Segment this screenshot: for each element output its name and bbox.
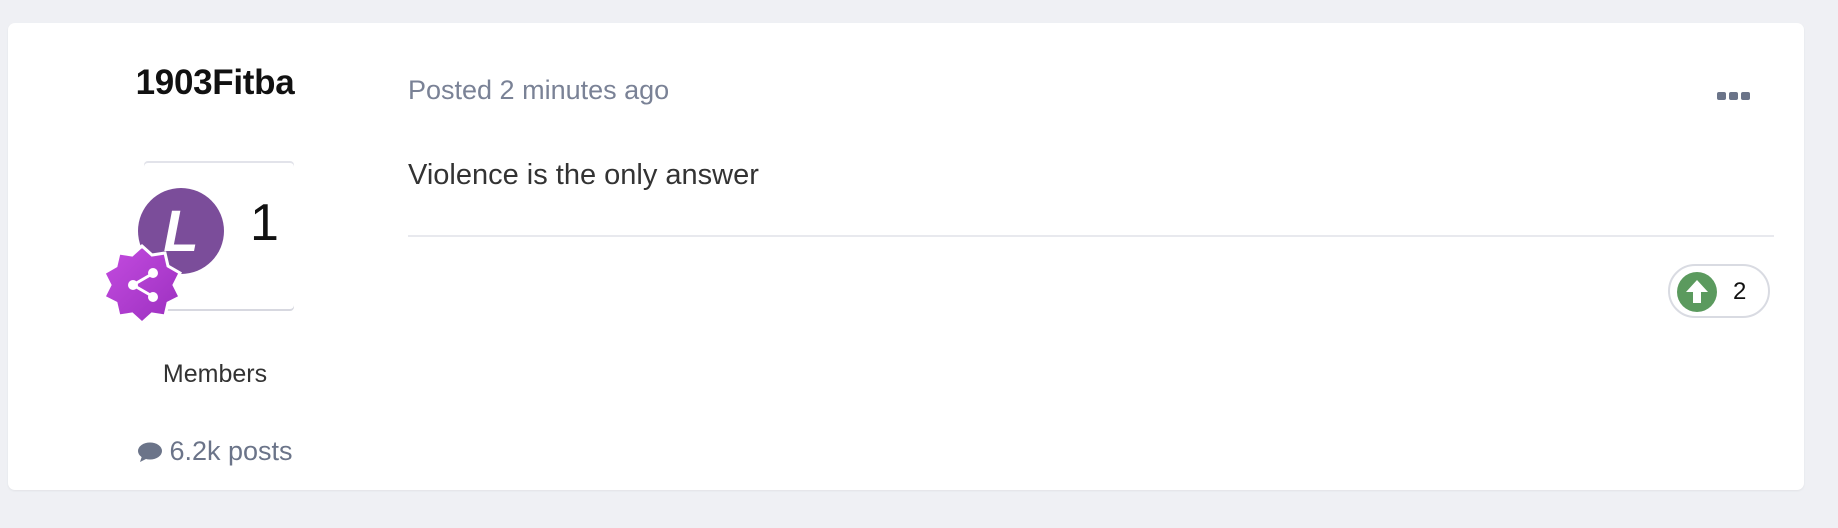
more-options-dot [1740, 92, 1750, 100]
avatar-number: 1 [250, 194, 279, 252]
reaction-button[interactable]: 2 [1668, 264, 1770, 318]
post-content: Violence is the only answer [408, 159, 759, 191]
member-group: Members [162, 360, 268, 388]
author-name[interactable]: 1903Fitba [8, 63, 422, 103]
divider [408, 235, 1774, 237]
upvote-icon [1677, 272, 1717, 312]
rank-badge-icon [100, 242, 184, 326]
post-count[interactable]: 6.2k posts [8, 436, 422, 467]
reaction-count: 2 [1733, 278, 1747, 305]
more-options-dot [1728, 92, 1738, 100]
post-card: 1903Fitba L 1 Members 6.2k posts Posted … [8, 23, 1804, 490]
comment-icon [138, 442, 163, 462]
post-timestamp[interactable]: Posted 2 minutes ago [408, 75, 669, 106]
post-count-label: 6.2k posts [169, 436, 293, 466]
more-options-button[interactable] [1713, 83, 1753, 109]
more-options-icon [1716, 92, 1726, 100]
